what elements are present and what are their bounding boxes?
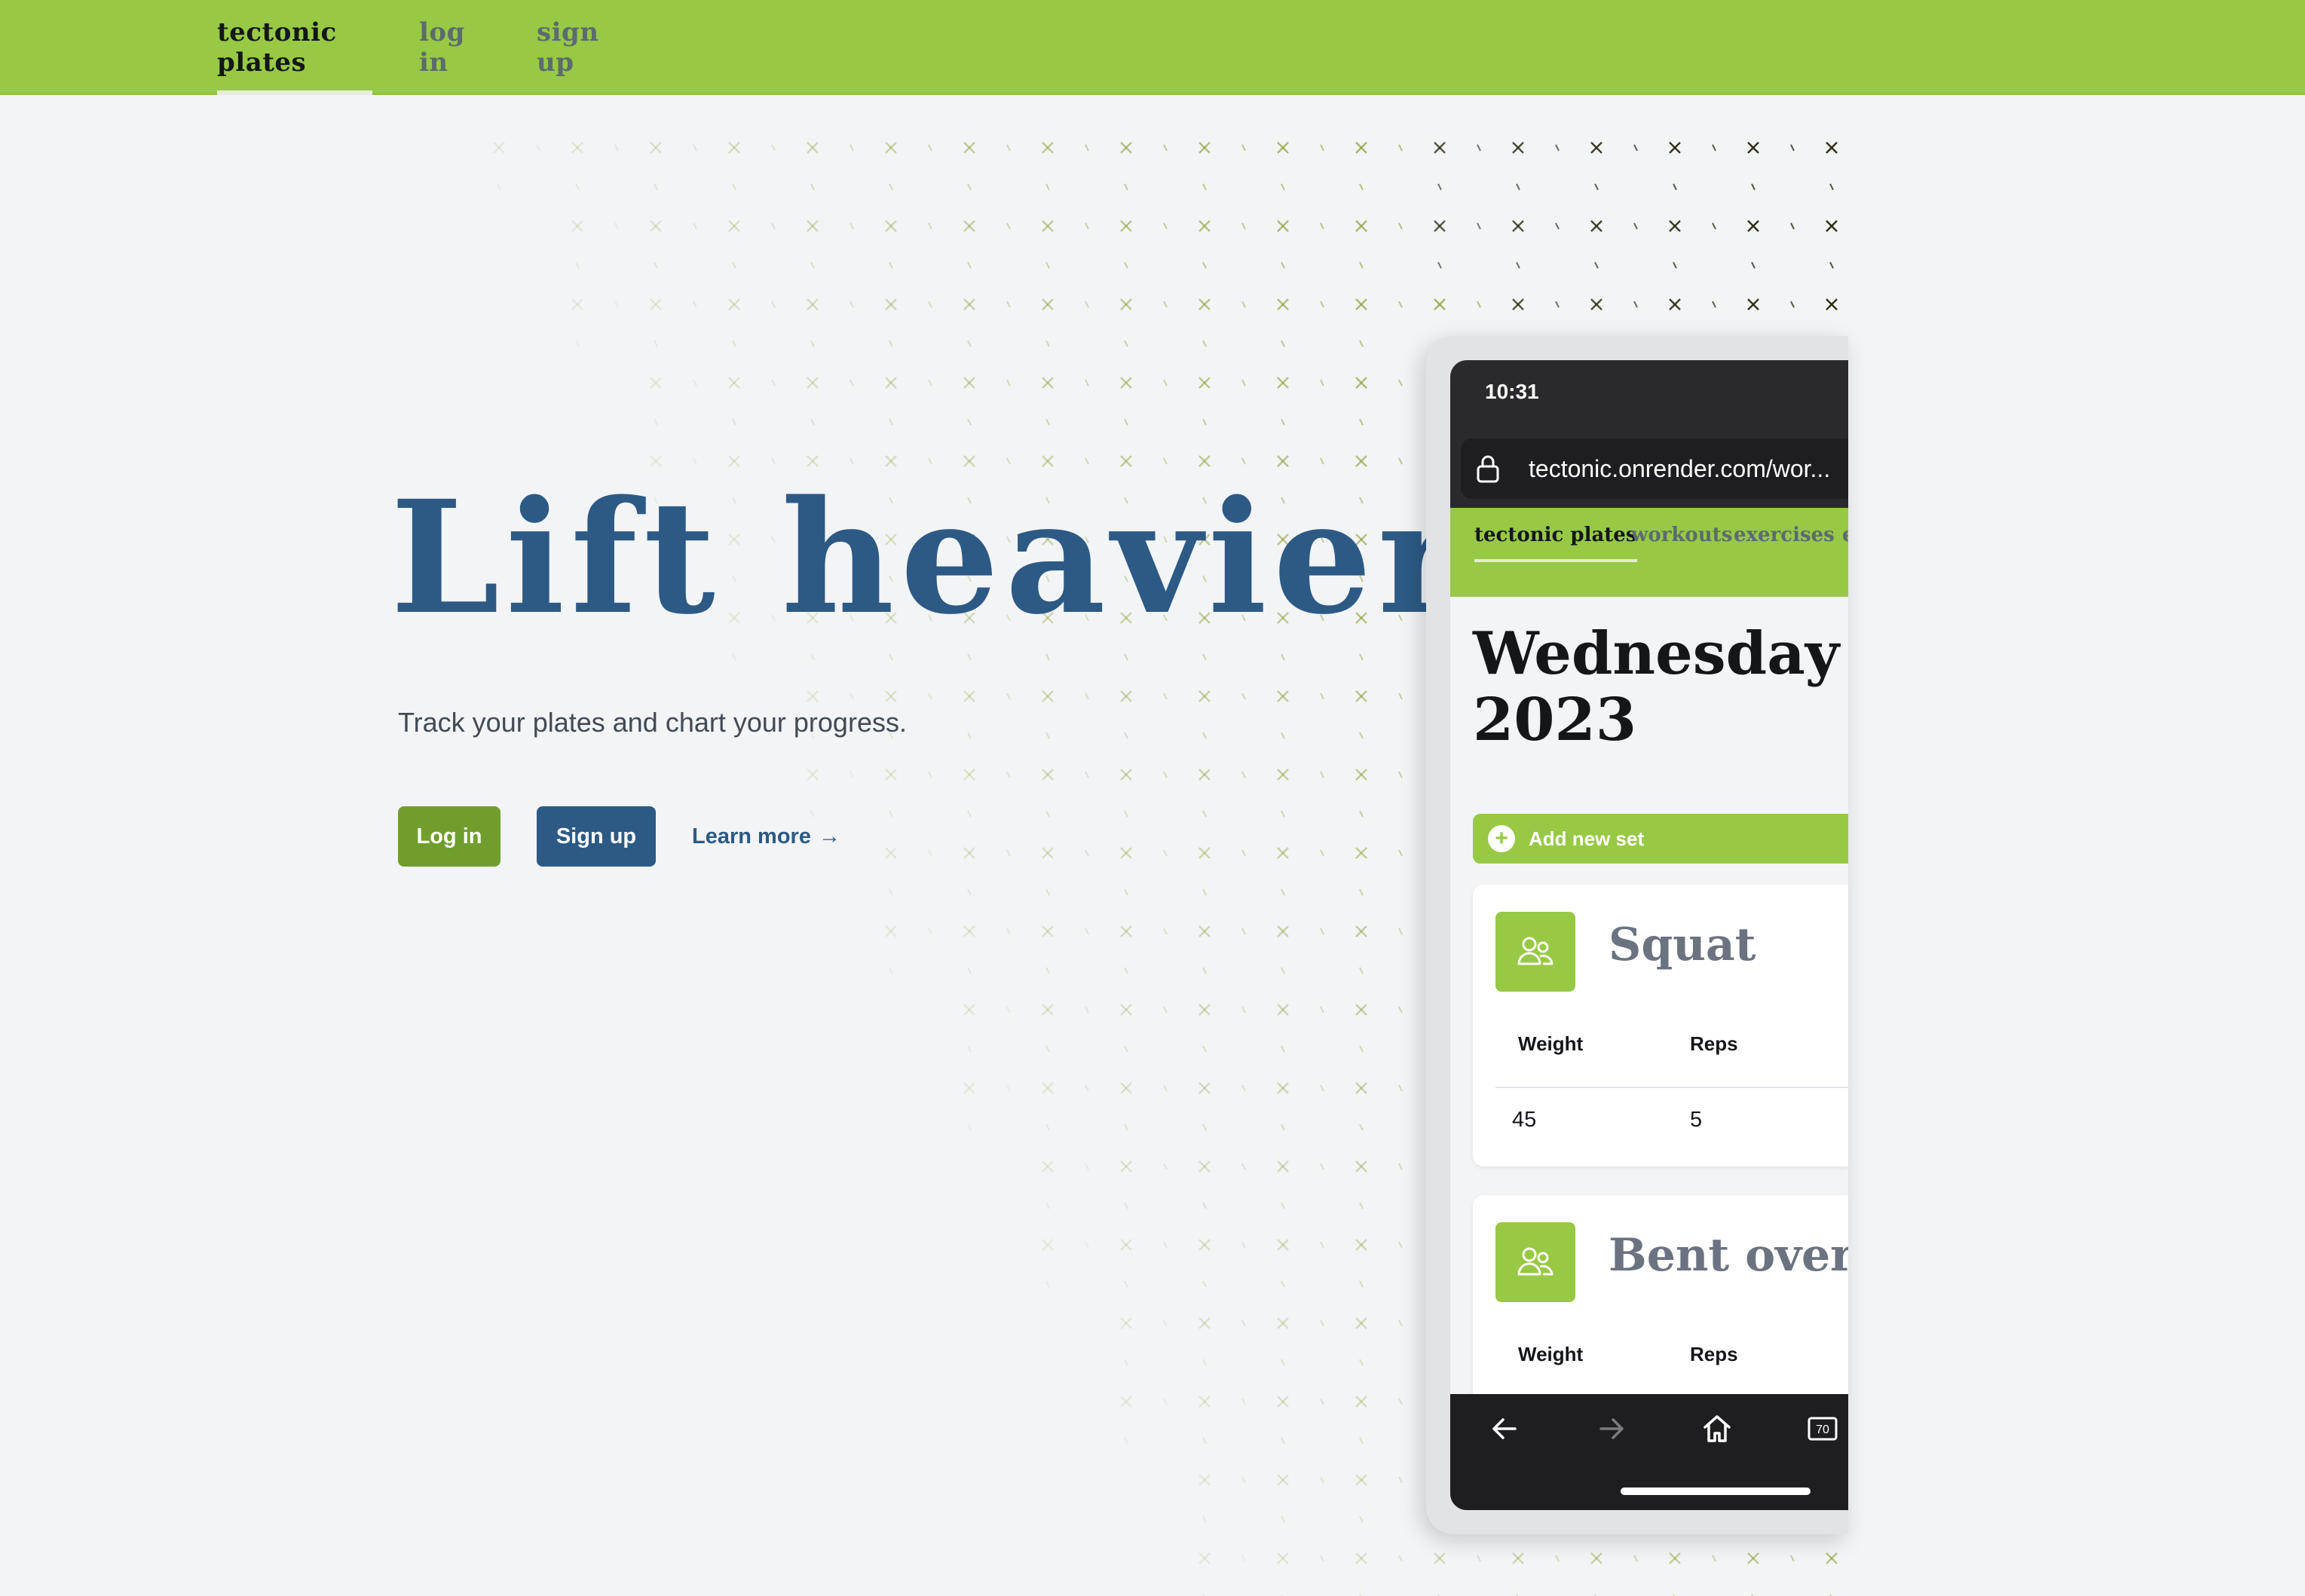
exercise-name: Bent over row <box>1609 1229 1848 1282</box>
nav-brand-link[interactable]: tectonic plates <box>217 0 372 95</box>
exercise-card: Bent over row Weight Reps <box>1473 1195 1848 1394</box>
phone-nav-more: e <box>1842 508 1848 562</box>
signup-button[interactable]: Sign up <box>537 806 656 867</box>
nav-login-link[interactable]: log in <box>419 0 490 95</box>
home-icon <box>1703 1415 1731 1442</box>
phone-nav-brand: tectonic plates <box>1474 508 1637 562</box>
phone-mockup: 10:31 tectonic.onrender.com/wor... tecto… <box>1426 336 1848 1534</box>
reps-value: 5 <box>1690 1108 1703 1132</box>
phone-url-bar: tectonic.onrender.com/wor... <box>1461 439 1848 499</box>
phone-date-heading: Wednesday July 2023 <box>1473 619 1840 754</box>
learn-more-link[interactable]: Learn more → <box>692 806 840 867</box>
hero-title: Lift heavier <box>390 466 1466 649</box>
arrow-right-icon: → <box>818 824 840 848</box>
lock-icon <box>1477 455 1499 483</box>
phone-browser-toolbar: 70 <box>1450 1394 1848 1510</box>
phone-url-text: tectonic.onrender.com/wor... <box>1529 454 1831 482</box>
home-indicator <box>1621 1487 1811 1495</box>
phone-nav-exercises: exercises <box>1734 524 1835 546</box>
phone-nav-workouts: workouts <box>1631 524 1733 546</box>
phone-add-set-label: Add new set <box>1529 827 1645 850</box>
table-divider <box>1495 1087 1848 1088</box>
phone-page: tectonic plates workouts exercises e Wed… <box>1450 508 1848 1394</box>
hero-subtitle: Track your plates and chart your progres… <box>398 707 907 738</box>
forward-arrow-icon <box>1599 1418 1624 1439</box>
phone-add-set-button: + Add new set <box>1473 814 1848 864</box>
weight-value: 45 <box>1512 1108 1537 1132</box>
plus-circle-icon: + <box>1488 825 1515 852</box>
reps-header: Reps <box>1690 1343 1738 1365</box>
exercise-card: Squat Weight Reps 45 5 <box>1473 885 1848 1166</box>
weight-header: Weight <box>1518 1032 1584 1055</box>
phone-navbar: tectonic plates workouts exercises e <box>1450 508 1848 597</box>
reps-header: Reps <box>1690 1032 1738 1055</box>
tabs-count-icon: 70 <box>1808 1417 1838 1441</box>
tabs-count: 70 <box>1816 1423 1829 1436</box>
users-icon <box>1495 1222 1575 1302</box>
learn-more-label: Learn more <box>692 824 811 848</box>
top-navbar: tectonic plates log in sign up <box>0 0 2305 95</box>
nav-signup-link[interactable]: sign up <box>537 0 626 95</box>
login-button[interactable]: Log in <box>398 806 500 867</box>
exercise-name: Squat <box>1609 919 1756 971</box>
phone-status-time: 10:31 <box>1485 380 1539 403</box>
weight-header: Weight <box>1518 1343 1584 1365</box>
phone-screen: 10:31 tectonic.onrender.com/wor... tecto… <box>1450 360 1848 1510</box>
users-icon <box>1495 912 1575 992</box>
back-arrow-icon <box>1492 1418 1517 1439</box>
